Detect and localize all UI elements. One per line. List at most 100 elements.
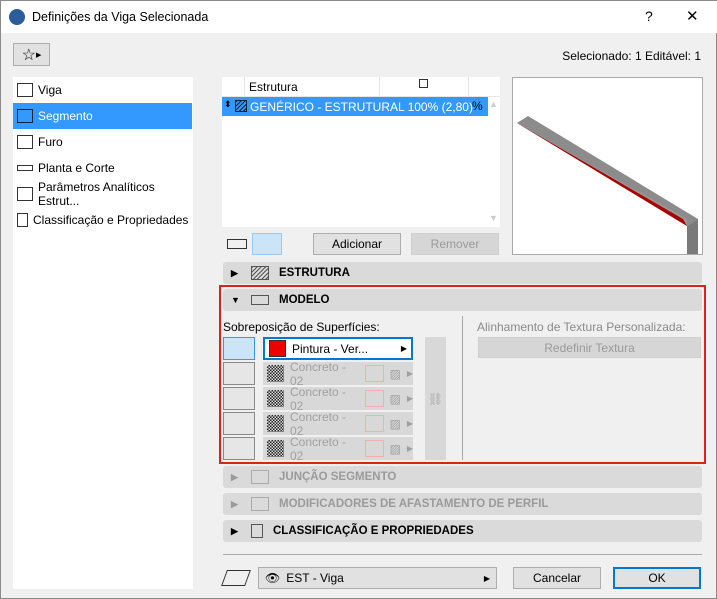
- surface-side-button[interactable]: [223, 337, 255, 360]
- cancel-button[interactable]: Cancelar: [513, 567, 601, 589]
- sidebar-item-label: Segmento: [38, 109, 93, 123]
- arrow-right-icon: ▶: [406, 419, 413, 428]
- add-button[interactable]: Adicionar: [313, 233, 401, 255]
- section-title: ESTRUTURA: [279, 267, 350, 279]
- image-icon: ▨: [389, 366, 401, 381]
- drag-handle-icon[interactable]: ⬍: [224, 99, 232, 110]
- grid-icon: [364, 440, 384, 457]
- concrete-swatch: [267, 440, 284, 457]
- link-surfaces-button[interactable]: ⛓: [425, 337, 446, 460]
- model-icon: [251, 295, 269, 305]
- sidebar-item-label: Viga: [38, 83, 62, 97]
- surface-dropdown[interactable]: Concreto - 02 ▨ ▶: [263, 359, 413, 388]
- image-icon: ▨: [389, 416, 401, 431]
- document-icon: [251, 524, 263, 538]
- table-row[interactable]: ⬍ GENÉRICO - ESTRUTURAL 100% (2,80) %: [222, 97, 488, 116]
- layer-dropdown[interactable]: 👁 EST - Viga ▶: [258, 567, 497, 589]
- document-icon: [17, 213, 28, 227]
- surface-side-button[interactable]: [223, 412, 255, 435]
- hatch-icon: [235, 100, 247, 112]
- section-title: MODELO: [279, 294, 330, 306]
- scroll-up-arrow[interactable]: ▲: [489, 99, 498, 109]
- arrow-right-icon: ▶: [35, 51, 42, 59]
- plan-section-icon: [17, 165, 33, 171]
- layer-value: EST - Viga: [286, 571, 344, 585]
- column-header-estrutura[interactable]: Estrutura: [249, 80, 298, 94]
- offset-icon: [251, 497, 269, 511]
- section-modelo[interactable]: ▼ MODELO: [223, 289, 702, 311]
- rectangle-profile-button[interactable]: [227, 239, 247, 249]
- section-title: JUNÇÃO SEGMENTO: [279, 471, 397, 483]
- reset-texture-button[interactable]: Redefinir Textura: [478, 337, 701, 358]
- image-icon: ▨: [389, 441, 401, 456]
- grid-icon: [364, 415, 384, 432]
- surface-dropdown[interactable]: Concreto - 02 ▨ ▶: [263, 384, 413, 413]
- remove-button[interactable]: Remover: [411, 233, 499, 255]
- sidebar: Viga Segmento Furo Planta e Corte Parâme…: [13, 77, 193, 589]
- sidebar-item-planta-corte[interactable]: Planta e Corte: [13, 155, 192, 181]
- surface-dropdown-paint[interactable]: Pintura - Ver... ▶: [263, 337, 413, 360]
- arrow-right-icon: ▶: [406, 394, 413, 403]
- thickness-icon: [419, 79, 428, 88]
- chain-link-icon: ⛓: [427, 391, 444, 406]
- eye-icon: 👁: [265, 571, 281, 585]
- sidebar-item-furo[interactable]: Furo: [13, 129, 192, 155]
- surface-label: Concreto - 02: [290, 384, 347, 413]
- hole-icon: [17, 135, 33, 149]
- complex-profile-button[interactable]: [252, 233, 282, 255]
- expand-arrow-icon: ▶: [231, 267, 238, 278]
- collapse-arrow-icon: ▼: [231, 295, 240, 305]
- layers-icon: [221, 570, 251, 586]
- section-modificadores[interactable]: ▶ MODIFICADORES DE AFASTAMENTO DE PERFIL: [223, 493, 702, 515]
- sidebar-item-classificacao[interactable]: Classificação e Propriedades: [13, 207, 192, 233]
- surface-label: Concreto - 02: [290, 434, 347, 463]
- arrow-right-icon: ▶: [406, 369, 413, 378]
- structure-table: Estrutura ⬍ GENÉRICO - ESTRUTURAL 100% (…: [222, 77, 500, 227]
- surface-side-button[interactable]: [223, 437, 255, 460]
- sidebar-item-label: Planta e Corte: [38, 161, 115, 175]
- close-button[interactable]: ✕: [686, 7, 699, 25]
- surface-dropdown[interactable]: Concreto - 02 ▨ ▶: [263, 434, 413, 463]
- help-button[interactable]: ?: [645, 8, 653, 24]
- beam-icon: [17, 83, 33, 97]
- sidebar-item-viga[interactable]: Viga: [13, 77, 192, 103]
- hatch-icon: [251, 266, 269, 280]
- surface-label: Concreto - 02: [290, 359, 347, 388]
- percent-icon: %: [472, 99, 483, 113]
- ok-button[interactable]: OK: [613, 567, 701, 589]
- preview-3d: [512, 77, 703, 271]
- arrow-right-icon: ▶: [483, 573, 490, 583]
- surface-label: Pintura - Ver...: [292, 341, 369, 356]
- segment-icon: [17, 109, 33, 123]
- surface-side-button[interactable]: [223, 362, 255, 385]
- junction-icon: [251, 470, 269, 484]
- section-title: CLASSIFICAÇÃO E PROPRIEDADES: [273, 525, 474, 537]
- concrete-swatch: [267, 390, 284, 407]
- app-logo-icon: [9, 9, 25, 25]
- paint-swatch: [269, 340, 286, 357]
- surface-label: Concreto - 02: [290, 409, 347, 438]
- favorites-button[interactable]: ☆ ▶: [13, 43, 50, 66]
- section-title: MODIFICADORES DE AFASTAMENTO DE PERFIL: [279, 498, 549, 510]
- section-classificacao[interactable]: ▶ CLASSIFICAÇÃO E PROPRIEDADES: [223, 520, 702, 542]
- sidebar-item-label: Furo: [38, 135, 63, 149]
- section-juncao[interactable]: ▶ JUNÇÃO SEGMENTO: [223, 466, 702, 488]
- surface-side-button[interactable]: [223, 387, 255, 410]
- title-bar: Definições da Viga Selecionada ? ✕: [1, 1, 717, 33]
- arrow-right-icon: ▶: [400, 344, 407, 353]
- sidebar-item-segmento[interactable]: Segmento: [13, 103, 192, 129]
- sidebar-item-parametros-analiticos[interactable]: Parâmetros Analíticos Estrut...: [13, 180, 192, 208]
- texture-alignment-label: Alinhamento de Textura Personalizada:: [477, 320, 686, 334]
- scroll-down-arrow[interactable]: ▼: [489, 213, 498, 223]
- selection-status: Selecionado: 1 Editável: 1: [562, 49, 701, 63]
- concrete-swatch: [267, 365, 284, 382]
- concrete-swatch: [267, 415, 284, 432]
- analytic-icon: [17, 187, 33, 201]
- expand-arrow-icon: ▶: [231, 471, 238, 482]
- beam-preview-image: [517, 116, 698, 271]
- sidebar-item-label: Classificação e Propriedades: [33, 213, 189, 227]
- sidebar-item-label: Parâmetros Analíticos Estrut...: [38, 180, 155, 208]
- star-icon: ☆: [21, 46, 36, 64]
- section-estrutura[interactable]: ▶ ESTRUTURA: [223, 262, 702, 284]
- surface-dropdown[interactable]: Concreto - 02 ▨ ▶: [263, 409, 413, 438]
